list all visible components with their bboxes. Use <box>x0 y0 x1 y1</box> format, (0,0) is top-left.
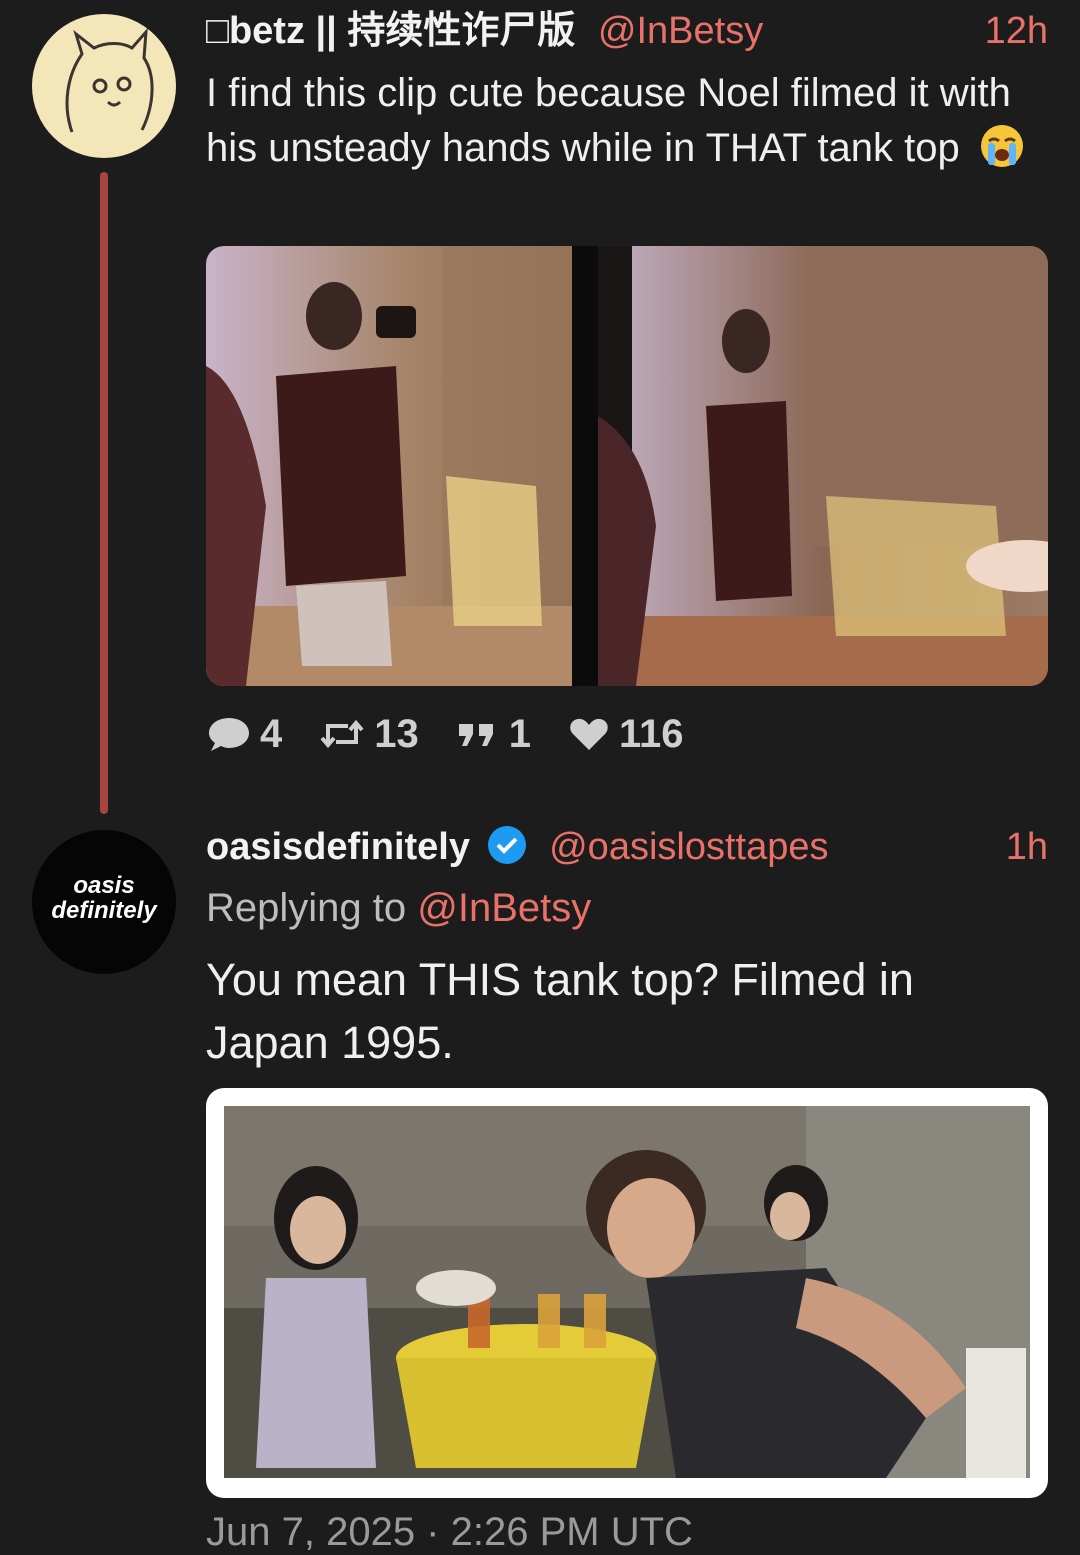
quote-button[interactable]: 1 <box>455 712 531 757</box>
comment-icon <box>209 718 249 751</box>
quote-icon <box>458 724 493 746</box>
retweet-icon <box>320 719 364 749</box>
like-button[interactable]: 116 <box>567 712 684 757</box>
replying-to: Replying to @InBetsy <box>206 882 591 934</box>
tweet-text: You mean THIS tank top? Filmed in Japan … <box>206 948 1046 1074</box>
tweet-header: □betz || 持续性诈尸版 @InBetsy 12h <box>206 6 1048 56</box>
tweet-text-content: You mean THIS tank top? Filmed in Japan … <box>206 954 914 1068</box>
quote-count: 1 <box>508 711 531 756</box>
handle[interactable]: @oasislosttapes <box>549 826 828 868</box>
display-name[interactable]: □betz || 持续性诈尸版 <box>206 10 575 52</box>
thread-connector <box>100 172 108 814</box>
display-name[interactable]: oasisdefinitely <box>206 826 470 868</box>
tweet-actions: 4 13 1 116 <box>206 706 720 762</box>
cat-sketch-icon <box>65 27 154 133</box>
reply-button[interactable]: 4 <box>206 712 282 757</box>
tweet-text: I find this clip cute because Noel filme… <box>206 66 1046 176</box>
avatar[interactable]: oasis definitely <box>32 830 176 974</box>
tweet-original[interactable]: □betz || 持续性诈尸版 @InBetsy 12h I find this… <box>0 0 1080 814</box>
avatar-logo: oasis definitely <box>51 872 157 924</box>
tweet-full-timestamp: Jun 7, 2025 · 2:26 PM UTC <box>206 1510 693 1554</box>
replying-to-label: Replying to <box>206 886 407 930</box>
tweet-text-content: I find this clip cute because Noel filme… <box>206 71 1011 170</box>
like-count: 116 <box>619 711 684 756</box>
loudly-crying-face-icon <box>980 125 1023 167</box>
tweet-header: oasisdefinitely @oasislosttapes 1h <box>206 822 1048 872</box>
tweet-media[interactable] <box>206 246 1048 686</box>
video-still-image <box>206 246 1048 686</box>
heart-icon <box>570 718 608 750</box>
verified-badge-icon <box>487 826 526 864</box>
tweet-media[interactable] <box>206 1088 1048 1498</box>
timestamp[interactable]: 1h <box>1006 822 1048 872</box>
replying-to-handle[interactable]: @InBetsy <box>417 886 591 930</box>
timestamp[interactable]: 12h <box>985 6 1048 56</box>
cafe-photo-image <box>224 1106 1030 1478</box>
retweet-count: 13 <box>374 711 419 756</box>
reply-count: 4 <box>260 711 283 756</box>
avatar[interactable] <box>32 14 176 158</box>
handle[interactable]: @InBetsy <box>598 10 763 52</box>
retweet-button[interactable]: 13 <box>318 712 419 757</box>
